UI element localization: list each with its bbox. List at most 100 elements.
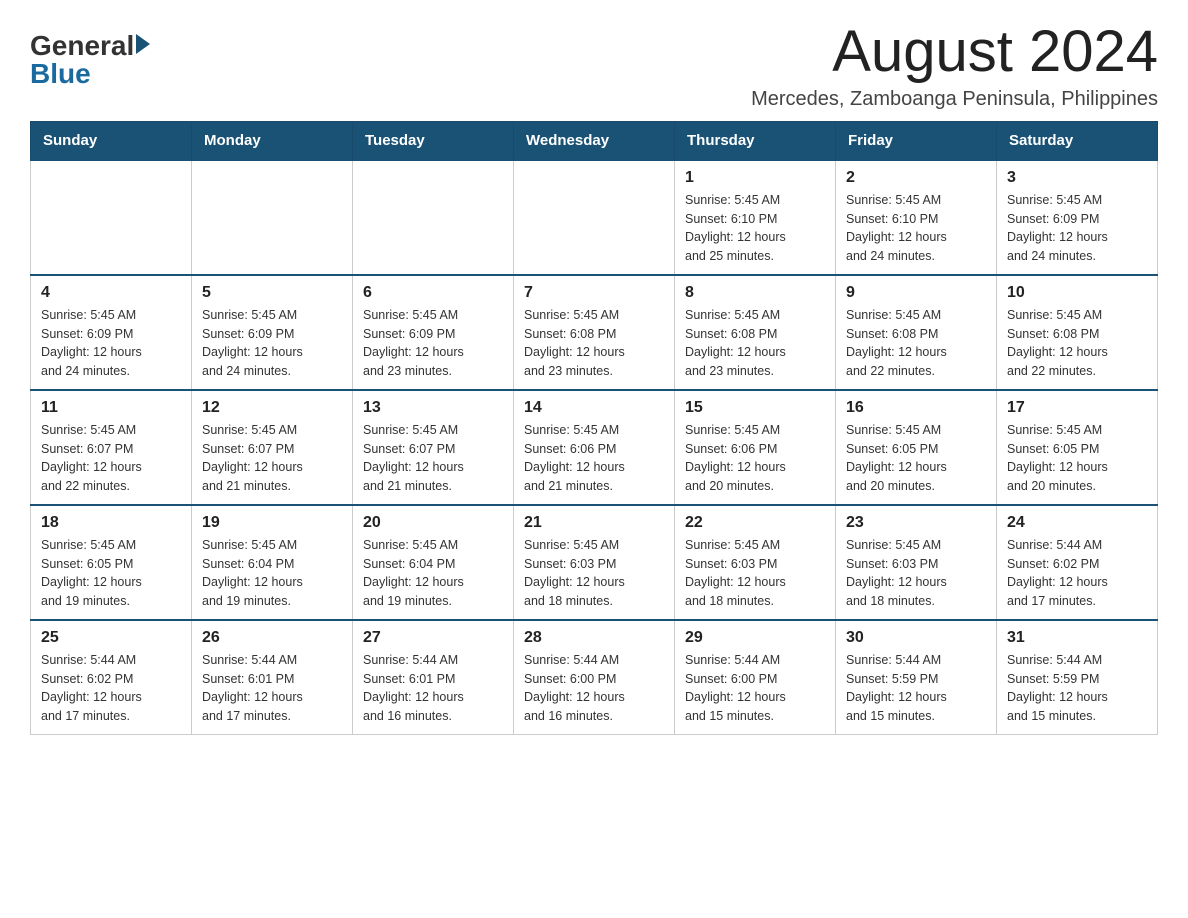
calendar-cell: 7 Sunrise: 5:45 AM Sunset: 6:08 PM Daylig… — [514, 275, 675, 390]
day-number: 21 — [524, 514, 664, 532]
day-number: 8 — [685, 284, 825, 302]
calendar-header-monday: Monday — [192, 121, 353, 160]
calendar-cell: 12 Sunrise: 5:45 AM Sunset: 6:07 PM Dayli… — [192, 390, 353, 505]
calendar-header-friday: Friday — [836, 121, 997, 160]
day-info: Sunrise: 5:45 AM Sunset: 6:04 PM Dayligh… — [202, 536, 342, 611]
calendar-header-sunday: Sunday — [31, 121, 192, 160]
calendar-cell: 17 Sunrise: 5:45 AM Sunset: 6:05 PM Dayli… — [997, 390, 1158, 505]
calendar-cell: 5 Sunrise: 5:45 AM Sunset: 6:09 PM Daylig… — [192, 275, 353, 390]
day-number: 13 — [363, 399, 503, 417]
calendar-header-tuesday: Tuesday — [353, 121, 514, 160]
day-number: 28 — [524, 629, 664, 647]
calendar-header-wednesday: Wednesday — [514, 121, 675, 160]
day-number: 19 — [202, 514, 342, 532]
day-number: 14 — [524, 399, 664, 417]
day-info: Sunrise: 5:45 AM Sunset: 6:03 PM Dayligh… — [685, 536, 825, 611]
day-info: Sunrise: 5:45 AM Sunset: 6:05 PM Dayligh… — [41, 536, 181, 611]
calendar-cell: 3Sunrise: 5:45 AM Sunset: 6:09 PM Daylig… — [997, 160, 1158, 275]
day-info: Sunrise: 5:45 AM Sunset: 6:07 PM Dayligh… — [363, 421, 503, 496]
calendar-header-row: SundayMondayTuesdayWednesdayThursdayFrid… — [31, 121, 1158, 160]
calendar-cell: 23 Sunrise: 5:45 AM Sunset: 6:03 PM Dayli… — [836, 505, 997, 620]
day-info: Sunrise: 5:44 AM Sunset: 5:59 PM Dayligh… — [1007, 651, 1147, 726]
day-number: 31 — [1007, 629, 1147, 647]
calendar-cell: 22 Sunrise: 5:45 AM Sunset: 6:03 PM Dayli… — [675, 505, 836, 620]
calendar-week-row: 11 Sunrise: 5:45 AM Sunset: 6:07 PM Dayli… — [31, 390, 1158, 505]
calendar-cell: 1Sunrise: 5:45 AM Sunset: 6:10 PM Daylig… — [675, 160, 836, 275]
calendar-cell: 28Sunrise: 5:44 AM Sunset: 6:00 PM Dayli… — [514, 620, 675, 735]
day-info: Sunrise: 5:44 AM Sunset: 6:00 PM Dayligh… — [685, 651, 825, 726]
calendar-cell: 19 Sunrise: 5:45 AM Sunset: 6:04 PM Dayli… — [192, 505, 353, 620]
calendar-week-row: 25Sunrise: 5:44 AM Sunset: 6:02 PM Dayli… — [31, 620, 1158, 735]
calendar-cell: 6 Sunrise: 5:45 AM Sunset: 6:09 PM Daylig… — [353, 275, 514, 390]
calendar-cell: 25Sunrise: 5:44 AM Sunset: 6:02 PM Dayli… — [31, 620, 192, 735]
calendar-cell: 11 Sunrise: 5:45 AM Sunset: 6:07 PM Dayli… — [31, 390, 192, 505]
calendar-cell: 14 Sunrise: 5:45 AM Sunset: 6:06 PM Dayli… — [514, 390, 675, 505]
calendar-table: SundayMondayTuesdayWednesdayThursdayFrid… — [30, 121, 1158, 735]
day-number: 23 — [846, 514, 986, 532]
calendar-cell — [192, 160, 353, 275]
day-info: Sunrise: 5:45 AM Sunset: 6:04 PM Dayligh… — [363, 536, 503, 611]
calendar-header-thursday: Thursday — [675, 121, 836, 160]
calendar-week-row: 1Sunrise: 5:45 AM Sunset: 6:10 PM Daylig… — [31, 160, 1158, 275]
day-info: Sunrise: 5:45 AM Sunset: 6:08 PM Dayligh… — [524, 306, 664, 381]
day-number: 27 — [363, 629, 503, 647]
header: General Blue August 2024 Mercedes, Zambo… — [30, 20, 1158, 111]
calendar-cell: 16Sunrise: 5:45 AM Sunset: 6:05 PM Dayli… — [836, 390, 997, 505]
logo: General Blue — [30, 30, 150, 90]
calendar-header-saturday: Saturday — [997, 121, 1158, 160]
day-info: Sunrise: 5:44 AM Sunset: 6:02 PM Dayligh… — [41, 651, 181, 726]
calendar-cell — [353, 160, 514, 275]
calendar-cell: 29Sunrise: 5:44 AM Sunset: 6:00 PM Dayli… — [675, 620, 836, 735]
calendar-cell: 15 Sunrise: 5:45 AM Sunset: 6:06 PM Dayli… — [675, 390, 836, 505]
day-number: 11 — [41, 399, 181, 417]
day-info: Sunrise: 5:45 AM Sunset: 6:07 PM Dayligh… — [41, 421, 181, 496]
day-number: 20 — [363, 514, 503, 532]
day-number: 26 — [202, 629, 342, 647]
calendar-cell: 30Sunrise: 5:44 AM Sunset: 5:59 PM Dayli… — [836, 620, 997, 735]
calendar-cell: 2Sunrise: 5:45 AM Sunset: 6:10 PM Daylig… — [836, 160, 997, 275]
calendar-cell: 26 Sunrise: 5:44 AM Sunset: 6:01 PM Dayli… — [192, 620, 353, 735]
day-info: Sunrise: 5:44 AM Sunset: 5:59 PM Dayligh… — [846, 651, 986, 726]
calendar-cell: 27 Sunrise: 5:44 AM Sunset: 6:01 PM Dayli… — [353, 620, 514, 735]
day-info: Sunrise: 5:44 AM Sunset: 6:01 PM Dayligh… — [363, 651, 503, 726]
day-number: 6 — [363, 284, 503, 302]
calendar-cell: 10 Sunrise: 5:45 AM Sunset: 6:08 PM Dayli… — [997, 275, 1158, 390]
day-info: Sunrise: 5:45 AM Sunset: 6:09 PM Dayligh… — [41, 306, 181, 381]
day-info: Sunrise: 5:44 AM Sunset: 6:01 PM Dayligh… — [202, 651, 342, 726]
subtitle: Mercedes, Zamboanga Peninsula, Philippin… — [751, 88, 1158, 111]
day-info: Sunrise: 5:45 AM Sunset: 6:08 PM Dayligh… — [846, 306, 986, 381]
day-number: 4 — [41, 284, 181, 302]
day-number: 12 — [202, 399, 342, 417]
day-info: Sunrise: 5:45 AM Sunset: 6:05 PM Dayligh… — [846, 421, 986, 496]
day-number: 17 — [1007, 399, 1147, 417]
day-info: Sunrise: 5:45 AM Sunset: 6:08 PM Dayligh… — [1007, 306, 1147, 381]
day-info: Sunrise: 5:45 AM Sunset: 6:08 PM Dayligh… — [685, 306, 825, 381]
day-number: 10 — [1007, 284, 1147, 302]
day-info: Sunrise: 5:45 AM Sunset: 6:10 PM Dayligh… — [685, 191, 825, 266]
calendar-cell: 20 Sunrise: 5:45 AM Sunset: 6:04 PM Dayli… — [353, 505, 514, 620]
day-info: Sunrise: 5:44 AM Sunset: 6:02 PM Dayligh… — [1007, 536, 1147, 611]
calendar-cell: 4 Sunrise: 5:45 AM Sunset: 6:09 PM Daylig… — [31, 275, 192, 390]
day-number: 5 — [202, 284, 342, 302]
calendar-cell — [31, 160, 192, 275]
page-title: August 2024 — [751, 20, 1158, 84]
day-info: Sunrise: 5:45 AM Sunset: 6:06 PM Dayligh… — [524, 421, 664, 496]
day-number: 7 — [524, 284, 664, 302]
day-info: Sunrise: 5:45 AM Sunset: 6:09 PM Dayligh… — [363, 306, 503, 381]
day-number: 22 — [685, 514, 825, 532]
day-number: 3 — [1007, 169, 1147, 187]
day-info: Sunrise: 5:45 AM Sunset: 6:09 PM Dayligh… — [202, 306, 342, 381]
calendar-cell: 8 Sunrise: 5:45 AM Sunset: 6:08 PM Daylig… — [675, 275, 836, 390]
day-info: Sunrise: 5:45 AM Sunset: 6:03 PM Dayligh… — [524, 536, 664, 611]
day-number: 9 — [846, 284, 986, 302]
day-number: 15 — [685, 399, 825, 417]
calendar-cell: 9 Sunrise: 5:45 AM Sunset: 6:08 PM Daylig… — [836, 275, 997, 390]
calendar-cell — [514, 160, 675, 275]
day-info: Sunrise: 5:45 AM Sunset: 6:10 PM Dayligh… — [846, 191, 986, 266]
calendar-cell: 13 Sunrise: 5:45 AM Sunset: 6:07 PM Dayli… — [353, 390, 514, 505]
day-info: Sunrise: 5:45 AM Sunset: 6:03 PM Dayligh… — [846, 536, 986, 611]
day-info: Sunrise: 5:45 AM Sunset: 6:07 PM Dayligh… — [202, 421, 342, 496]
day-info: Sunrise: 5:45 AM Sunset: 6:06 PM Dayligh… — [685, 421, 825, 496]
logo-blue: Blue — [30, 58, 91, 90]
day-info: Sunrise: 5:45 AM Sunset: 6:05 PM Dayligh… — [1007, 421, 1147, 496]
